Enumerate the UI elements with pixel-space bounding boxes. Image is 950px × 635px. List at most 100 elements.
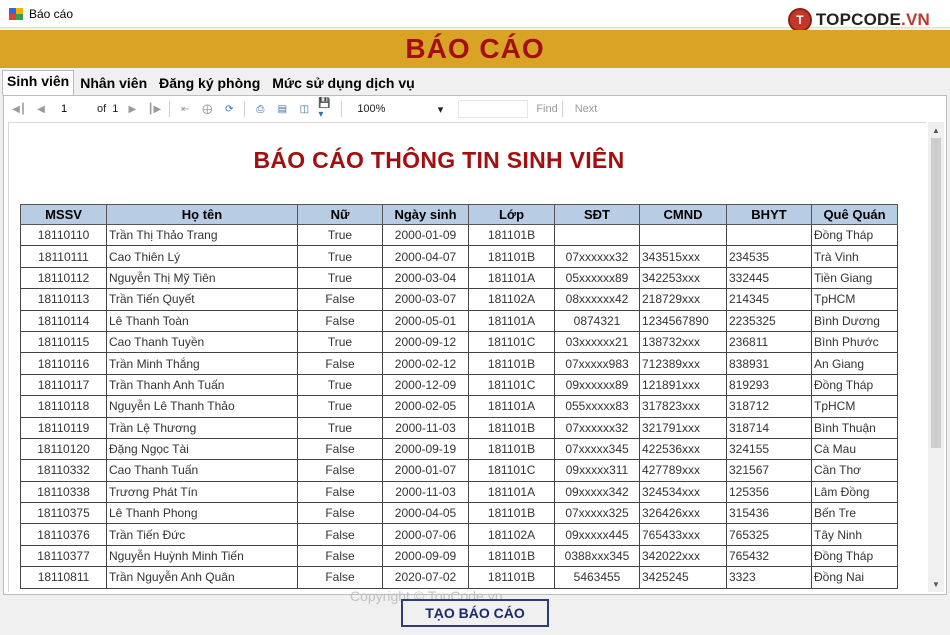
cell-que-quan: An Giang <box>811 352 898 375</box>
cell-mssv: 18110112 <box>20 266 107 290</box>
print-icon[interactable]: ⎙ <box>252 101 268 117</box>
cell-mssv: 18110377 <box>20 544 107 568</box>
cell-ho-ten: Cao Thanh Tuấn <box>106 459 298 482</box>
cell-que-quan: Bến Tre <box>811 502 898 525</box>
table-row: 18110113 Trần Tiến Quyết False 2000-03-07 18… <box>20 288 898 311</box>
cell-que-quan: Đồng Nai <box>811 566 898 589</box>
cell-ho-ten: Trần Tiến Quyết <box>106 288 298 311</box>
cell-cmnd: 218729xxx <box>639 288 727 311</box>
next-page-icon[interactable]: ▶ <box>124 101 140 117</box>
cell-que-quan: Bình Thuận <box>811 416 898 439</box>
scroll-thumb[interactable] <box>931 138 941 448</box>
cell-ho-ten: Trần Nguyễn Anh Quân <box>106 566 298 589</box>
of-label: of <box>97 103 107 115</box>
vertical-scrollbar[interactable]: ▲ ▼ <box>928 122 944 592</box>
toolbar-separator <box>169 101 171 117</box>
scroll-up-icon[interactable]: ▲ <box>928 122 944 138</box>
table-row: 18110338 Trương Phát Tín False 2000-11-03 18… <box>20 480 898 504</box>
column-header-ho-ten: Họ tên <box>106 204 298 225</box>
cell-lop: 181101B <box>468 544 555 568</box>
last-page-icon[interactable]: ┃▶ <box>146 101 162 117</box>
cell-ngay-sinh: 2000-05-01 <box>382 309 469 332</box>
page-number-input[interactable] <box>56 100 90 118</box>
find-link[interactable]: Find <box>536 103 557 115</box>
cell-lop: 181101B <box>468 223 555 247</box>
column-header-lop: Lớp <box>468 204 555 225</box>
cell-cmnd: 422536xxx <box>639 437 727 461</box>
cell-nu: False <box>297 502 383 525</box>
tab-sinh-vien[interactable]: Sinh viên <box>2 70 75 96</box>
export-icon[interactable]: 💾▾ <box>318 98 334 120</box>
back-icon[interactable]: ⇤ <box>177 101 193 117</box>
cell-que-quan: Đồng Tháp <box>811 544 898 568</box>
cell-nu: False <box>297 309 383 332</box>
column-header-cmnd: CMND <box>639 204 727 225</box>
print-layout-icon[interactable]: ▤ <box>274 101 290 117</box>
zoom-select[interactable]: 100% ▾ <box>352 100 449 118</box>
cell-lop: 181101B <box>468 416 555 439</box>
scroll-down-icon[interactable]: ▼ <box>928 576 944 592</box>
cell-bhyt: 318714 <box>726 416 812 439</box>
cell-bhyt: 2235325 <box>726 309 812 332</box>
cell-sdt: 07xxxxxx32 <box>554 245 640 268</box>
cell-nu: False <box>297 288 383 311</box>
cell-lop: 181101B <box>468 566 555 589</box>
cell-mssv: 18110114 <box>20 309 107 332</box>
cell-ngay-sinh: 2000-11-03 <box>382 480 469 504</box>
cell-bhyt: 234535 <box>726 245 812 268</box>
find-input[interactable] <box>458 100 529 118</box>
tab-muc-su-dung-dich-vu[interactable]: Mức sử dụng dịch vụ <box>266 71 421 96</box>
column-header-que-quan: Quê Quán <box>811 204 898 225</box>
refresh-icon[interactable]: ⟳ <box>221 101 237 117</box>
cell-nu: True <box>297 330 383 354</box>
cell-mssv: 18110375 <box>20 502 107 525</box>
zoom-value: 100% <box>357 103 386 115</box>
table-body: 18110110 Trần Thị Thảo Trang True 2000-01-0… <box>20 223 898 589</box>
cell-ngay-sinh: 2000-09-09 <box>382 544 469 568</box>
cell-cmnd: 317823xxx <box>639 395 727 418</box>
first-page-icon[interactable]: ◀┃ <box>11 101 27 117</box>
cell-que-quan: Đồng Tháp <box>811 223 898 247</box>
cell-cmnd: 765433xxx <box>639 523 727 546</box>
column-header-mssv: MSSV <box>20 204 107 225</box>
cell-bhyt: 125356 <box>726 480 812 504</box>
cell-ngay-sinh: 2020-07-02 <box>382 566 469 589</box>
cell-nu: True <box>297 416 383 439</box>
column-header-sdt: SĐT <box>554 204 640 225</box>
tab-nhan-vien[interactable]: Nhân viên <box>74 71 154 96</box>
brand-logo: T TOPCODE.VN <box>787 8 930 32</box>
cell-ngay-sinh: 2000-04-05 <box>382 502 469 525</box>
cell-mssv: 18110120 <box>20 437 107 461</box>
cell-nu: False <box>297 459 383 482</box>
page-setup-icon[interactable]: ◫ <box>296 101 312 117</box>
cell-lop: 181101B <box>468 437 555 461</box>
table-row: 18110332 Cao Thanh Tuấn False 2000-01-07 181… <box>20 459 898 482</box>
cell-bhyt: 214345 <box>726 288 812 311</box>
create-report-button[interactable]: TẠO BÁO CÁO <box>401 599 549 627</box>
cell-lop: 181102A <box>468 288 555 311</box>
cell-nu: True <box>297 245 383 268</box>
cell-que-quan: Bình Phước <box>811 330 898 354</box>
cell-nu: True <box>297 373 383 397</box>
cell-mssv: 18110113 <box>20 288 107 311</box>
cell-sdt: 07xxxxx325 <box>554 502 640 525</box>
table-row: 18110118 Nguyễn Lê Thanh Thảo True 2000-02-… <box>20 395 898 418</box>
report-title: BÁO CÁO THÔNG TIN SINH VIÊN <box>253 147 625 173</box>
prev-page-icon[interactable]: ◀ <box>33 101 49 117</box>
next-link[interactable]: Next <box>575 103 598 115</box>
table-row: 18110117 Trần Thanh Anh Tuấn True 2000-12-0… <box>20 373 898 397</box>
tab-dang-ky-phong[interactable]: Đăng ký phòng <box>153 71 267 96</box>
table-row: 18110115 Cao Thanh Tuyền True 2000-09-12 181… <box>20 330 898 354</box>
cell-ho-ten: Nguyễn Huỳnh Minh Tiến <box>106 544 298 568</box>
cell-ho-ten: Đặng Ngọc Tài <box>106 437 298 461</box>
header-band: BÁO CÁO <box>0 30 950 68</box>
cell-sdt: 08xxxxxx42 <box>554 288 640 311</box>
tab-strip: Sinh viên Nhân viên Đăng ký phòng Mức sử… <box>2 70 421 96</box>
stop-icon[interactable]: ⨁ <box>199 101 215 117</box>
cell-cmnd: 121891xxx <box>639 373 727 397</box>
cell-sdt: 05xxxxxx89 <box>554 266 640 290</box>
cell-sdt: 0388xxx345 <box>554 544 640 568</box>
app-icon <box>9 7 23 20</box>
cell-que-quan: Cà Mau <box>811 437 898 461</box>
cell-bhyt: 318712 <box>726 395 812 418</box>
